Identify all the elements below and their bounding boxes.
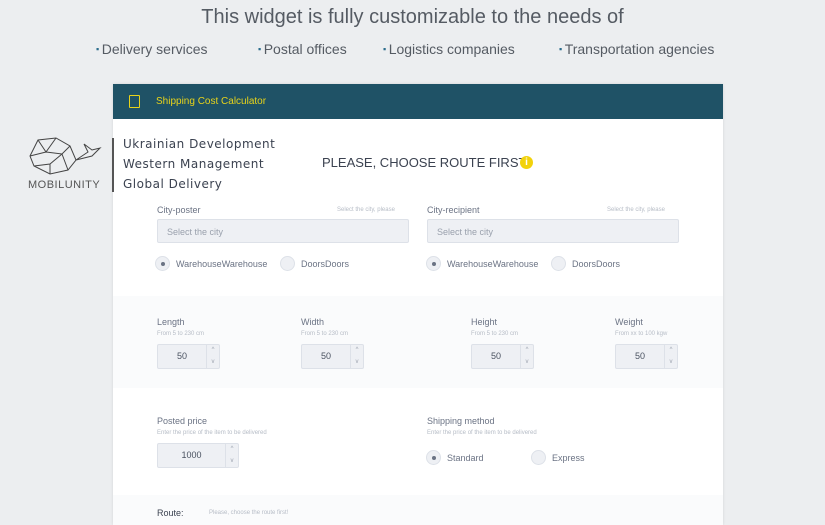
route-text: Please, choose the route first! xyxy=(209,510,289,516)
card-title: Shipping Cost Calculator xyxy=(156,96,267,107)
tagline: Western Management xyxy=(123,157,265,171)
route-section xyxy=(113,495,723,525)
city-poster-label: City-poster xyxy=(157,205,201,215)
weight-stepper[interactable]: 50 ^ v xyxy=(615,344,678,369)
weight-group: Weight From xx to 100 kgw 50 ^ v xyxy=(615,317,678,369)
whale-logo-icon xyxy=(29,137,102,175)
card-header: Shipping Cost Calculator xyxy=(113,84,723,119)
logo-wordmark: MOBILUNITY xyxy=(28,179,101,191)
route-label: Route: xyxy=(157,508,184,518)
posted-price-stepper[interactable]: 1000 ^ v xyxy=(157,443,239,468)
height-stepper[interactable]: 50 ^ v xyxy=(471,344,534,369)
headline: This widget is fully customizable to the… xyxy=(201,6,624,28)
standard-radio[interactable]: Standard xyxy=(426,450,484,465)
height-group: Height From 5 to 230 cm 50 ^ v xyxy=(471,317,534,369)
poster-warehouse-radio[interactable]: WarehouseWarehouse xyxy=(155,256,267,271)
audience-item: Postal offices xyxy=(258,41,347,57)
width-stepper[interactable]: 50 ^ v xyxy=(301,344,364,369)
info-icon[interactable]: i xyxy=(520,156,533,169)
audience-item: Delivery services xyxy=(96,41,208,57)
divider xyxy=(112,138,114,192)
tagline: Ukrainian Development xyxy=(123,137,276,151)
city-poster-input[interactable]: Select the city xyxy=(157,219,409,243)
city-poster-hint: Select the city, please xyxy=(337,207,395,213)
recipient-warehouse-radio[interactable]: WarehouseWarehouse xyxy=(426,256,538,271)
shipping-method-group: Shipping method Enter the price of the it… xyxy=(427,416,537,436)
poster-doors-radio[interactable]: DoorsDoors xyxy=(280,256,349,271)
tagline: Global Delivery xyxy=(123,177,223,191)
recipient-doors-radio[interactable]: DoorsDoors xyxy=(551,256,620,271)
city-recipient-label: City-recipient xyxy=(427,205,480,215)
route-notice: PLEASE, CHOOSE ROUTE FIRST xyxy=(322,155,527,170)
city-recipient-input[interactable]: Select the city xyxy=(427,219,679,243)
express-radio[interactable]: Express xyxy=(531,450,585,465)
length-stepper[interactable]: 50 ^ v xyxy=(157,344,220,369)
width-group: Width From 5 to 230 cm 50 ^ v xyxy=(301,317,364,369)
length-group: Length From 5 to 230 cm 50 ^ v xyxy=(157,317,220,369)
audience-item: Transportation agencies xyxy=(559,41,715,57)
posted-price-group: Posted price Enter the price of the item … xyxy=(157,416,267,468)
audience-item: Logistics companies xyxy=(383,41,515,57)
city-recipient-hint: Select the city, please xyxy=(607,207,665,213)
calculator-icon xyxy=(129,95,140,108)
